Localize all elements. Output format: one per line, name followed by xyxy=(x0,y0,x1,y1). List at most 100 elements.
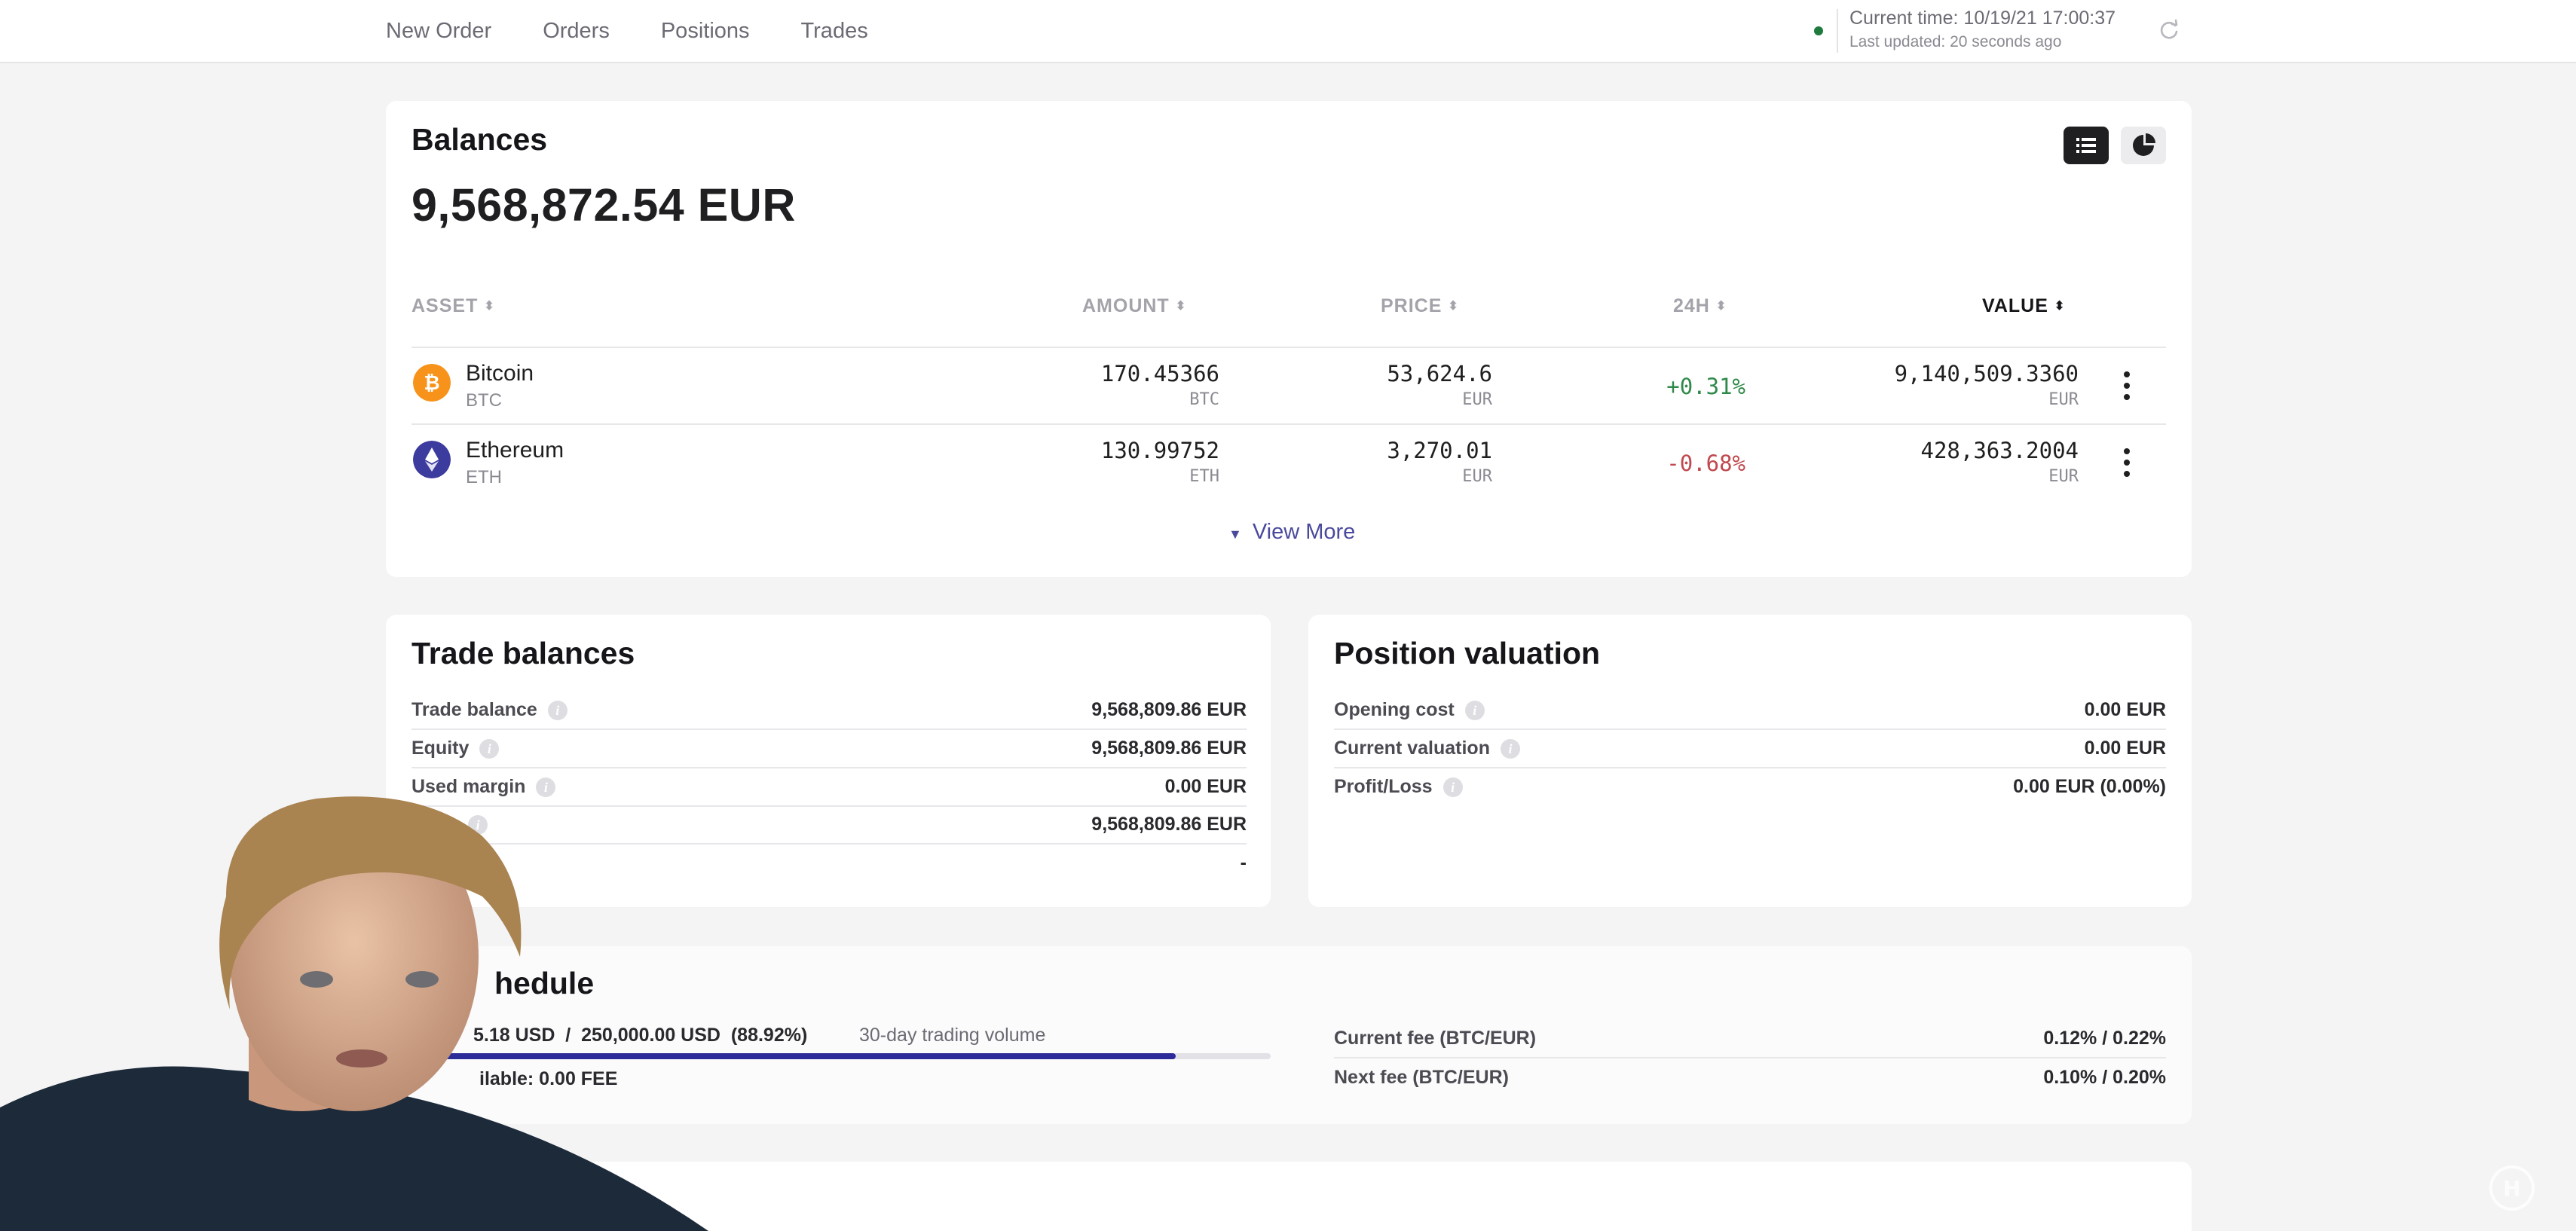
sort-icon: ⬍ xyxy=(1175,300,1187,313)
used-margin-value: 0.00 EUR xyxy=(1164,776,1247,797)
value-unit: EUR xyxy=(2048,390,2079,409)
price-unit: EUR xyxy=(1462,467,1492,486)
info-icon[interactable]: i xyxy=(479,739,500,759)
profit-loss-value: 0.00 EUR (0.00%) xyxy=(2013,776,2166,797)
list-icon xyxy=(2076,138,2096,153)
sort-desc-icon: ⬍ xyxy=(2054,300,2066,313)
sort-icon: ⬍ xyxy=(484,300,495,313)
asset-name: Bitcoin xyxy=(466,361,534,386)
amount-unit: ETH xyxy=(1189,467,1219,486)
change-24h: +0.31% xyxy=(1666,374,1745,399)
main-nav: New Order Orders Positions Trades xyxy=(386,0,919,62)
amount-value: 170.45366 xyxy=(1100,361,1219,386)
free-margin-value: 9,568,809.86 EUR xyxy=(1091,814,1247,835)
row-divider xyxy=(1334,767,2166,768)
value-amount: 428,363.2004 xyxy=(1920,438,2079,463)
col-amount-label: AMOUNT xyxy=(1082,295,1170,316)
row-divider xyxy=(411,767,1247,768)
label-text: Trade balance xyxy=(411,699,537,720)
position-valuation-title: Position valuation xyxy=(1334,636,1601,670)
next-fee-value: 0.10% / 0.20% xyxy=(2043,1067,2166,1088)
table-divider xyxy=(411,347,2166,348)
col-value[interactable]: VALUE ⬍ xyxy=(1982,295,2065,317)
svg-text:₿: ₿ xyxy=(424,372,439,395)
presenter-webcam xyxy=(0,796,708,1231)
nav-new-order[interactable]: New Order xyxy=(386,19,491,44)
trade-balances-title: Trade balances xyxy=(411,636,635,670)
current-time: Current time: 10/19/21 17:00:37 xyxy=(1849,8,2116,29)
row-divider xyxy=(1334,1057,2166,1058)
current-valuation-value: 0.00 EUR xyxy=(2084,738,2166,759)
value-amount: 9,140,509.3360 xyxy=(1894,361,2079,386)
profit-loss-label: Profit/Loss i xyxy=(1334,776,1463,798)
pie-chart-icon xyxy=(2133,133,2155,156)
balances-title: Balances xyxy=(411,122,548,157)
sort-icon: ⬍ xyxy=(1715,300,1727,313)
trade-balance-value: 9,568,809.86 EUR xyxy=(1091,699,1247,720)
price-value: 3,270.01 xyxy=(1387,438,1492,463)
price-unit: EUR xyxy=(1462,390,1492,409)
label-text: Current valuation xyxy=(1334,738,1490,759)
info-icon[interactable]: i xyxy=(1500,739,1520,759)
asset-code: BTC xyxy=(466,390,502,411)
current-valuation-label: Current valuation i xyxy=(1334,738,1520,759)
channel-logo-icon: H xyxy=(2489,1165,2535,1211)
chart-view-button[interactable] xyxy=(2121,127,2166,164)
nav-trades[interactable]: Trades xyxy=(801,19,868,44)
info-icon[interactable]: i xyxy=(1442,777,1463,798)
status-divider xyxy=(1837,9,1838,53)
amount-value: 130.99752 xyxy=(1100,438,1219,463)
nav-positions[interactable]: Positions xyxy=(661,19,750,44)
total-balance: 9,568,872.54 EUR xyxy=(411,179,796,231)
opening-cost-value: 0.00 EUR xyxy=(2084,699,2166,720)
info-icon[interactable]: i xyxy=(1464,701,1485,721)
label-text: Profit/Loss xyxy=(1334,776,1433,797)
col-value-label: VALUE xyxy=(1982,295,2048,316)
more-options-icon[interactable] xyxy=(2121,368,2133,403)
col-24h-label: 24H xyxy=(1673,295,1710,316)
opening-cost-label: Opening cost i xyxy=(1334,699,1485,721)
nav-orders[interactable]: Orders xyxy=(543,19,610,44)
caret-down-icon: ▼ xyxy=(1228,527,1242,542)
asset-code: ETH xyxy=(466,467,502,487)
view-more-link[interactable]: ▼ View More xyxy=(1228,520,1355,545)
row-divider xyxy=(411,423,2166,425)
next-fee-label: Next fee (BTC/EUR) xyxy=(1334,1067,1509,1088)
list-view-button[interactable] xyxy=(2064,127,2109,164)
position-valuation-card: Position valuation Opening cost i 0.00 EU… xyxy=(1308,615,2192,907)
trade-balance-label: Trade balance i xyxy=(411,699,568,721)
label-text: Opening cost xyxy=(1334,699,1455,720)
last-updated: Last updated: 20 seconds ago xyxy=(1849,33,2062,50)
col-asset-label: ASSET xyxy=(411,295,479,316)
col-24h[interactable]: 24H ⬍ xyxy=(1673,295,1727,317)
ethereum-icon xyxy=(413,441,451,478)
col-asset[interactable]: ASSET ⬍ xyxy=(411,295,495,317)
current-fee-value: 0.12% / 0.22% xyxy=(2043,1028,2166,1049)
connection-status-dot xyxy=(1814,26,1823,35)
margin-level-value: - xyxy=(1240,852,1247,873)
view-more-label: View More xyxy=(1252,520,1356,544)
svg-text:H: H xyxy=(2503,1176,2520,1201)
sort-icon: ⬍ xyxy=(1448,300,1459,313)
more-options-icon[interactable] xyxy=(2121,445,2133,480)
refresh-icon[interactable] xyxy=(2157,18,2181,42)
label-text: Equity xyxy=(411,738,470,759)
top-nav-bar: New Order Orders Positions Trades Curren… xyxy=(0,0,2576,63)
col-price[interactable]: PRICE ⬍ xyxy=(1381,295,1459,317)
current-fee-label: Current fee (BTC/EUR) xyxy=(1334,1028,1537,1049)
asset-name: Ethereum xyxy=(466,438,564,463)
price-value: 53,624.6 xyxy=(1387,361,1492,386)
col-price-label: PRICE xyxy=(1381,295,1442,316)
row-divider xyxy=(411,729,1247,730)
row-divider xyxy=(1334,729,2166,730)
equity-label: Equity i xyxy=(411,738,500,759)
info-icon[interactable]: i xyxy=(547,701,568,721)
amount-unit: BTC xyxy=(1189,390,1219,409)
bitcoin-icon: ₿ xyxy=(413,364,451,402)
equity-value: 9,568,809.86 EUR xyxy=(1091,738,1247,759)
volume-label: 30-day trading volume xyxy=(859,1025,1046,1046)
balances-card: Balances 9,568,872.54 EUR ASSET ⬍ AMOUNT ⬍… xyxy=(386,101,2192,577)
col-amount[interactable]: AMOUNT ⬍ xyxy=(1082,295,1186,317)
value-unit: EUR xyxy=(2048,467,2079,486)
change-24h: -0.68% xyxy=(1666,451,1745,476)
